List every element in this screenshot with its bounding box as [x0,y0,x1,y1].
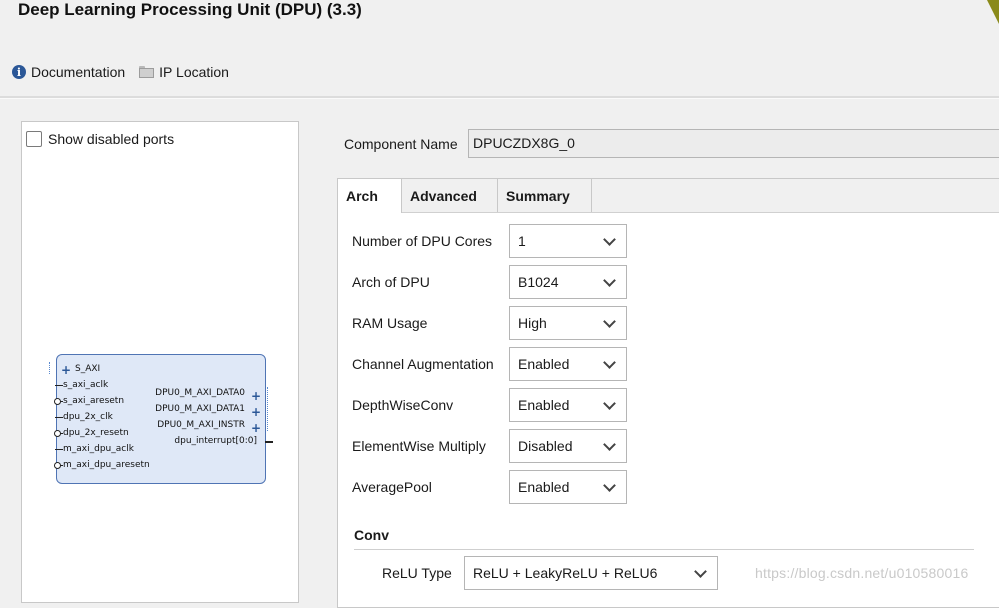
chevron-down-icon [603,478,616,492]
port-label: m_axi_dpu_aclk [63,444,134,454]
chevron-down-icon [694,564,707,578]
documentation-label: Documentation [31,64,126,80]
dpu-cores-select[interactable]: 1 [509,224,627,258]
port-pin [60,401,63,402]
watermark: https://blog.csdn.net/u010580016 [755,565,969,581]
select-value: ReLU + LeakyReLU + ReLU6 [473,565,658,581]
chevron-down-icon [603,314,616,328]
select-value: B1024 [518,274,559,290]
averagepool-select[interactable]: Enabled [509,470,627,504]
field-row-elementwise-multiply: ElementWise Multiply Disabled [352,429,627,463]
field-row-relu-type: ReLU Type ReLU + LeakyReLU + ReLU6 [382,556,718,590]
section-divider [354,549,974,550]
port-s-axi: S_AXI [75,364,101,374]
port-label: dpu_2x_resetn [63,428,129,438]
tab-advanced[interactable]: Advanced [402,179,498,212]
port-label: m_axi_dpu_aresetn [63,460,150,470]
chevron-down-icon [603,232,616,246]
port-pin [60,465,63,466]
port-pin [60,433,63,434]
field-row-averagepool: AveragePool Enabled [352,470,627,504]
select-value: Disabled [518,438,573,454]
field-label: ElementWise Multiply [352,438,486,454]
select-value: Enabled [518,356,570,372]
depthwiseconv-select[interactable]: Enabled [509,388,627,422]
select-value: High [518,315,547,331]
elementwise-multiply-select[interactable]: Disabled [509,429,627,463]
m-axi-bus-dots [267,387,271,431]
expand-plus-icon[interactable]: + [61,364,71,376]
select-value: Enabled [518,397,570,413]
channel-augmentation-select[interactable]: Enabled [509,347,627,381]
component-name-field[interactable]: DPUCZDX8G_0 [468,129,999,158]
field-row-arch-of-dpu: Arch of DPU B1024 [352,265,627,299]
port-label: s_axi_aresetn [63,396,125,406]
field-label: AveragePool [352,479,432,495]
ip-location-label: IP Location [159,64,229,80]
field-row-dpu-cores: Number of DPU Cores 1 [352,224,627,258]
port-dpu0-m-axi-data1: DPU0_M_AXI_DATA1 [155,404,245,414]
select-value: Enabled [518,479,570,495]
relu-type-select[interactable]: ReLU + LeakyReLU + ReLU6 [464,556,718,590]
port-label: s_axi_aclk [63,380,109,390]
component-name-label: Component Name [344,136,458,152]
port-dpu0-m-axi-data0: DPU0_M_AXI_DATA0 [155,388,245,398]
folder-icon [139,66,155,78]
show-disabled-ports-checkbox[interactable] [26,131,42,147]
port-dpu-2x-resetn: dpu_2x_resetn [54,428,129,439]
field-label: DepthWiseConv [352,397,454,413]
toolbar: i Documentation IP Location [12,64,229,80]
chevron-down-icon [603,437,616,451]
port-dpu-2x-clk: dpu_2x_clk [55,412,113,423]
field-label: Arch of DPU [352,274,430,290]
s-axi-bus-dots [49,362,53,374]
chevron-down-icon [603,355,616,369]
chevron-down-icon [603,273,616,287]
dpu-ip-block[interactable]: + S_AXI s_axi_aclk s_axi_aresetn dpu_2x_… [49,354,273,484]
port-dpu0-m-axi-instr: DPU0_M_AXI_INSTR [157,420,245,430]
port-pin [55,385,63,386]
port-pin [265,441,273,443]
port-s-axi-aclk: s_axi_aclk [55,380,109,391]
header-divider [0,96,999,99]
port-s-axi-aresetn: s_axi_aresetn [54,396,125,407]
field-row-depthwiseconv: DepthWiseConv Enabled [352,388,627,422]
ip-location-button[interactable]: IP Location [139,64,229,80]
field-label: Number of DPU Cores [352,233,493,249]
port-label: dpu_2x_clk [63,412,113,422]
port-pin [55,449,63,450]
port-dpu-interrupt: dpu_interrupt[0:0] [174,436,257,447]
expand-plus-icon[interactable]: + [251,390,261,402]
arch-of-dpu-select[interactable]: B1024 [509,265,627,299]
field-row-ram-usage: RAM Usage High [352,306,627,340]
tab-arch[interactable]: Arch [338,179,402,213]
expand-plus-icon[interactable]: + [251,406,261,418]
port-label: dpu_interrupt[0:0] [174,436,257,446]
show-disabled-ports-option[interactable]: Show disabled ports [26,131,174,147]
conv-section-title: Conv [354,527,389,543]
expand-plus-icon[interactable]: + [251,422,261,434]
info-icon: i [12,65,26,79]
ram-usage-select[interactable]: High [509,306,627,340]
config-tab-panel: Arch Advanced Summary Number of DPU Core… [337,178,999,608]
show-disabled-ports-label: Show disabled ports [48,131,175,147]
select-value: 1 [518,233,526,249]
documentation-button[interactable]: i Documentation [12,64,125,80]
field-label: Channel Augmentation [352,356,494,372]
field-label: RAM Usage [352,315,428,331]
port-m-axi-dpu-aclk: m_axi_dpu_aclk [55,444,134,455]
relu-type-label: ReLU Type [382,565,452,581]
corner-decoration [987,0,999,24]
chevron-down-icon [603,396,616,410]
field-row-channel-augmentation: Channel Augmentation Enabled [352,347,627,381]
port-pin [55,417,63,418]
port-m-axi-dpu-aresetn: m_axi_dpu_aresetn [54,460,150,471]
tab-bar: Arch Advanced Summary [338,179,999,213]
tab-summary[interactable]: Summary [498,179,592,212]
window-title: Deep Learning Processing Unit (DPU) (3.3… [18,0,362,19]
